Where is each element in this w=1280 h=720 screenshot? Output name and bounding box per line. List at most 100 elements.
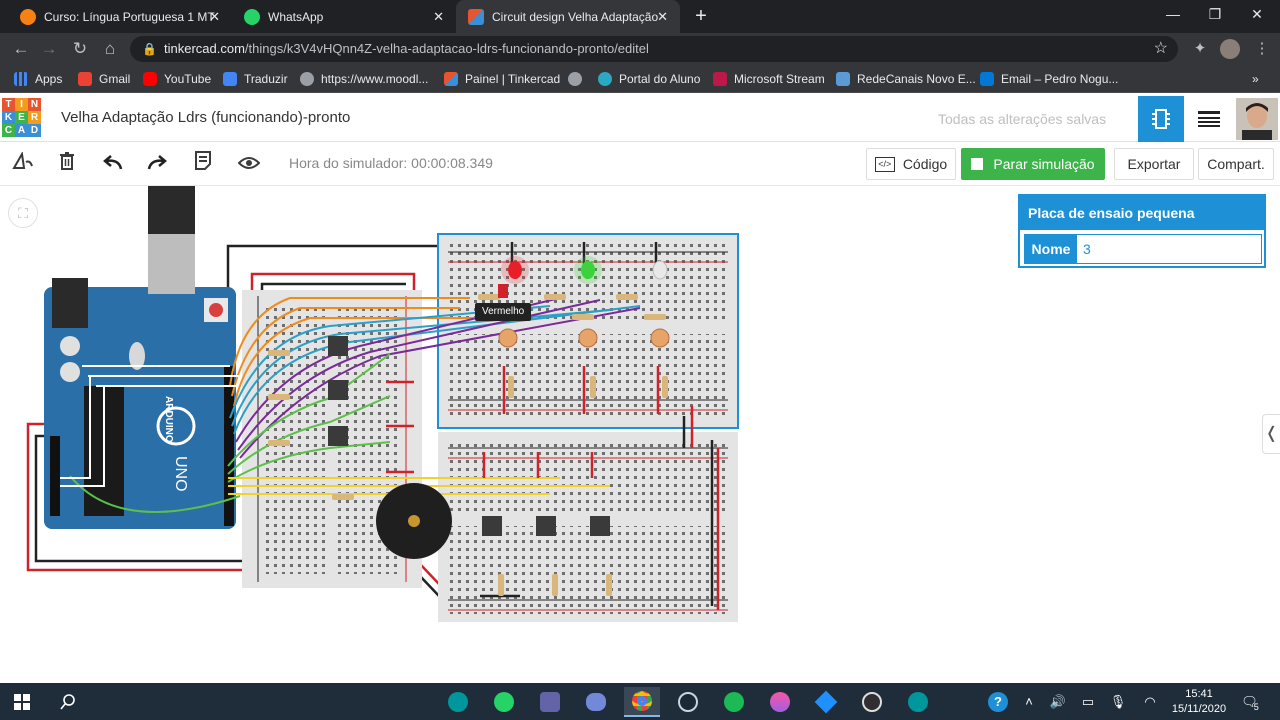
list-icon [1198, 111, 1220, 127]
bookmark-email[interactable]: Email – Pedro Nogu... [980, 65, 1118, 93]
user-avatar[interactable] [1236, 98, 1278, 140]
export-button[interactable]: Exportar [1114, 148, 1194, 180]
notes-button[interactable] [188, 150, 218, 178]
arduino-icon [908, 692, 928, 712]
teams-icon [540, 692, 560, 712]
close-icon[interactable]: ✕ [433, 9, 444, 25]
tinkercad-icon [444, 72, 458, 86]
share-button[interactable]: Compart. [1198, 148, 1274, 180]
bookmark-stream[interactable]: Microsoft Stream [713, 65, 825, 93]
close-icon[interactable]: ✕ [209, 9, 220, 25]
discord-icon [586, 693, 606, 711]
system-clock[interactable]: 15:41 15/11/2020 [1168, 687, 1230, 717]
component-list-button[interactable] [1186, 96, 1232, 142]
bookmark-label: Traduzir [244, 72, 288, 86]
forward-button[interactable]: → [36, 37, 62, 61]
tinkercad-header: T I N K E R C A D Velha Adaptação Ldrs (… [0, 96, 1280, 142]
taskbar-teams[interactable] [532, 687, 568, 717]
simulator-time: Hora do simulador: 00:00:08.349 [289, 155, 493, 171]
tinkercad-logo[interactable]: T I N K E R C A D [2, 98, 42, 138]
browser-tab-strip: Curso: Língua Portuguesa 1 MT ✕ WhatsApp… [0, 0, 1280, 33]
battery-icon[interactable]: ▭ [1076, 683, 1100, 720]
new-tab-button[interactable]: + [690, 4, 712, 28]
piezo-buzzer[interactable] [376, 483, 452, 559]
microphone-icon[interactable]: 🎙 [1106, 683, 1130, 720]
expand-panel-handle[interactable]: ❬ [1262, 414, 1280, 454]
bookmark-gmail[interactable]: Gmail [78, 65, 130, 93]
stop-icon [971, 158, 984, 170]
bookmark-portal[interactable]: Portal do Aluno [598, 65, 700, 93]
circuit-view-button[interactable] [1138, 96, 1184, 142]
save-status: Todas as alterações salvas [938, 111, 1107, 127]
redo-button[interactable] [142, 150, 172, 178]
arduino-icon [448, 692, 468, 712]
visibility-button[interactable] [234, 150, 264, 178]
code-button[interactable]: </> Código [866, 148, 956, 180]
maximize-button[interactable]: ❐ [1192, 0, 1238, 30]
taskbar-arduino-2[interactable] [900, 687, 936, 717]
bookmark-traduzir[interactable]: Traduzir [223, 65, 288, 93]
led-green[interactable] [574, 256, 602, 284]
led-rgb[interactable] [652, 260, 668, 280]
selected-lead [498, 284, 508, 298]
volume-icon[interactable]: 🔊 [1046, 683, 1070, 720]
project-title[interactable]: Velha Adaptação Ldrs (funcionando)-pront… [61, 109, 350, 126]
lock-icon: 🔒 [142, 42, 157, 56]
led-red[interactable] [501, 256, 529, 284]
inspector-title: Placa de ensaio pequena [1020, 196, 1264, 230]
taskbar-steam[interactable] [670, 687, 706, 717]
taskbar-spotify[interactable] [716, 687, 752, 717]
close-icon[interactable]: ✕ [657, 9, 668, 25]
url-input[interactable]: 🔒 tinkercad.com/things/k3V4vHQnn4Z-velha… [130, 36, 1178, 62]
rotate-button[interactable] [8, 150, 38, 178]
close-window-button[interactable]: ✕ [1234, 0, 1280, 30]
profile-avatar[interactable] [1218, 37, 1242, 61]
editor-toolbar: Hora do simulador: 00:00:08.349 </> Códi… [0, 142, 1280, 186]
back-button[interactable]: ← [8, 37, 34, 61]
delete-button[interactable] [52, 150, 82, 178]
user-photo [1236, 98, 1278, 140]
bookmark-globe[interactable] [568, 65, 589, 93]
tab-tinkercad[interactable]: Circuit design Velha Adaptação L ✕ [456, 0, 680, 33]
taskbar-app-blue[interactable] [808, 687, 844, 717]
music-icon [770, 692, 790, 712]
globe-icon [568, 72, 582, 86]
bookmark-redecanais[interactable]: RedeCanais Novo E... [836, 65, 976, 93]
chevron-up-icon[interactable]: ˄ [1018, 683, 1040, 720]
taskbar-arduino[interactable] [440, 687, 476, 717]
undo-button[interactable] [98, 150, 128, 178]
taskbar-discord[interactable] [578, 687, 614, 717]
bookmark-moodle[interactable]: https://www.moodl... [300, 65, 428, 93]
notifications-button[interactable]: 🗨 5 [1236, 683, 1264, 720]
name-input[interactable]: 3 [1077, 235, 1261, 263]
wifi-icon[interactable]: ◠ [1138, 683, 1162, 720]
spotify-icon [724, 692, 744, 712]
search-button[interactable] [50, 687, 86, 717]
taskbar-chrome[interactable] [624, 687, 660, 717]
bookmark-label: Email – Pedro Nogu... [1001, 72, 1119, 86]
circuit-canvas[interactable]: ⛶ ARDUINO UNO Vermelho Placa de ensaio p… [0, 186, 1280, 683]
stop-simulation-button[interactable]: Parar simulação [961, 148, 1105, 180]
tab-label: WhatsApp [268, 9, 324, 24]
tab-moodle[interactable]: Curso: Língua Portuguesa 1 MT ✕ [8, 0, 232, 33]
more-bookmarks-icon[interactable]: » [1252, 65, 1259, 93]
extensions-icon[interactable]: ✦ [1188, 37, 1212, 61]
taskbar-itunes[interactable] [762, 687, 798, 717]
chrome-icon [632, 691, 652, 711]
bookmark-youtube[interactable]: YouTube [143, 65, 211, 93]
stop-label: Parar simulação [993, 156, 1095, 172]
bookmark-apps[interactable]: Apps [14, 65, 62, 93]
minimize-button[interactable]: — [1150, 0, 1196, 30]
bookmark-star-icon[interactable]: ☆ [1154, 36, 1168, 62]
taskbar-whatsapp[interactable] [486, 687, 522, 717]
home-button[interactable]: ⌂ [97, 37, 123, 61]
menu-icon[interactable]: ⋮ [1250, 37, 1274, 61]
reload-button[interactable]: ↻ [67, 37, 93, 61]
start-button[interactable] [4, 687, 40, 717]
tab-whatsapp[interactable]: WhatsApp ✕ [232, 0, 456, 33]
share-label: Compart. [1207, 156, 1265, 172]
steam-icon [678, 692, 698, 712]
taskbar-obs[interactable] [854, 687, 890, 717]
help-icon[interactable]: ? [986, 683, 1010, 720]
bookmark-tinkercad[interactable]: Painel | Tinkercad [444, 65, 560, 93]
